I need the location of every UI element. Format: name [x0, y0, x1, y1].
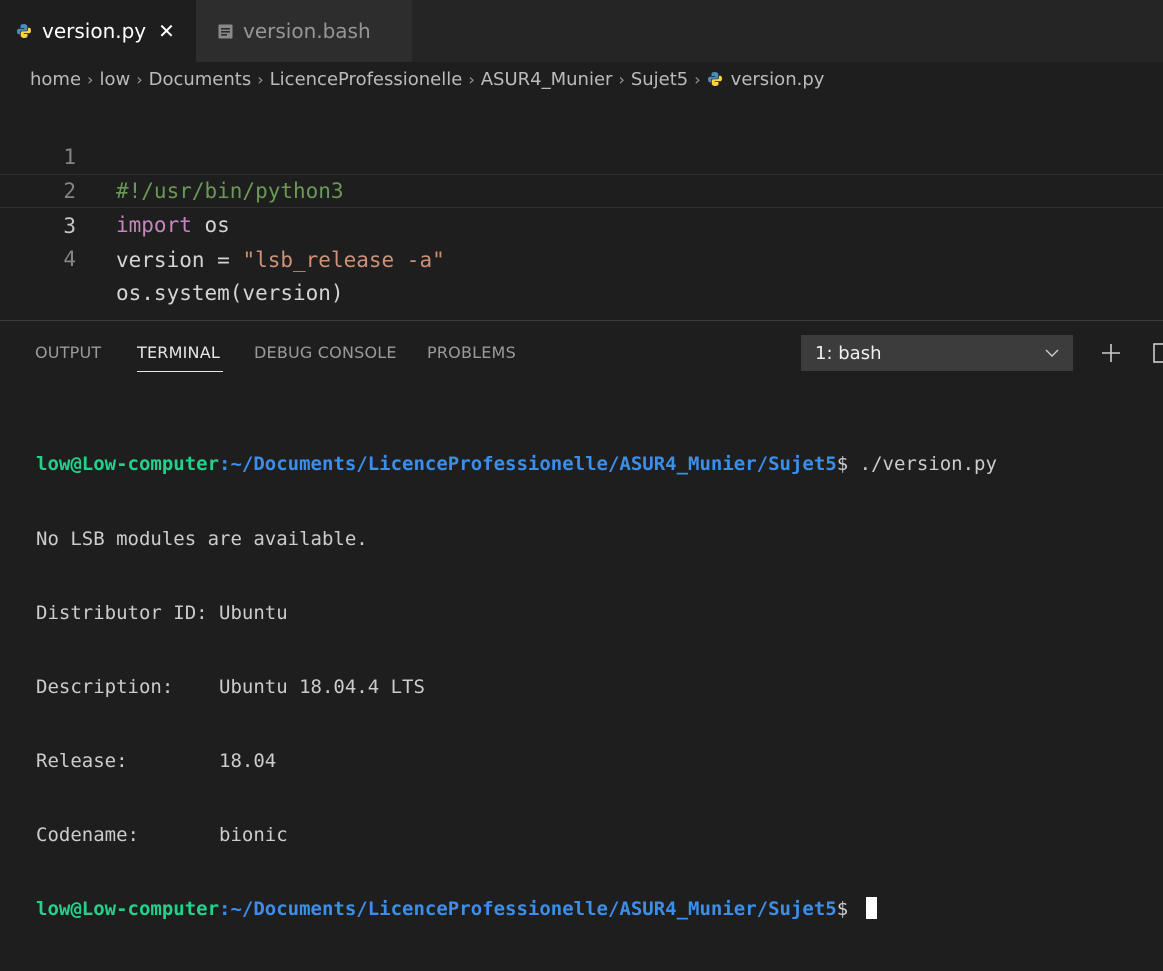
- code-text: version = "lsb_release -a": [116, 243, 445, 277]
- prompt-symbol: $: [836, 897, 860, 920]
- breadcrumb: home › low › Documents › LicenceProfessi…: [30, 64, 824, 94]
- terminal-cursor: [865, 896, 877, 919]
- python-icon: [707, 71, 723, 87]
- tab-debug-console[interactable]: DEBUG CONSOLE: [254, 343, 397, 362]
- terminal-line: Distributor ID: Ubuntu: [36, 601, 288, 624]
- code-line: 4 os.system(version): [0, 208, 1163, 305]
- chevron-right-icon: ›: [136, 69, 143, 89]
- chevron-right-icon: ›: [87, 69, 94, 89]
- breadcrumb-item[interactable]: home: [30, 69, 81, 90]
- tab-terminal[interactable]: TERMINAL: [137, 343, 220, 362]
- code-text: os.system(version): [116, 276, 344, 310]
- tab-label: version.py: [42, 19, 147, 43]
- prompt-user: low@Low-computer: [36, 453, 220, 476]
- breadcrumb-item[interactable]: low: [99, 69, 130, 90]
- chevron-right-icon: ›: [257, 69, 264, 89]
- code-token: "lsb_release -a": [242, 248, 445, 272]
- split-terminal-button[interactable]: [1150, 335, 1163, 371]
- terminal-line: Codename: bionic: [36, 823, 288, 846]
- python-icon: [16, 23, 32, 39]
- breadcrumb-item[interactable]: ASUR4_Munier: [481, 69, 613, 90]
- breadcrumb-item[interactable]: Sujet5: [631, 69, 688, 90]
- prompt-symbol: $: [836, 453, 860, 476]
- editor-tab-bar: version.py ✕ version.bash: [0, 0, 1163, 62]
- panel-tabs: OUTPUT TERMINAL DEBUG CONSOLE PROBLEMS: [0, 321, 700, 383]
- code-line: 2 import os: [0, 140, 1163, 237]
- breadcrumb-item[interactable]: LicenceProfessionelle: [270, 69, 463, 90]
- code-line-current: 3 version = "lsb_release -a": [0, 174, 1163, 272]
- bottom-panel: OUTPUT TERMINAL DEBUG CONSOLE PROBLEMS 1…: [0, 320, 1163, 920]
- terminal-select-value: 1: bash: [815, 342, 882, 364]
- terminal-line: Release: 18.04: [36, 749, 277, 772]
- close-icon[interactable]: ✕: [158, 19, 175, 43]
- chevron-right-icon: ›: [618, 69, 625, 89]
- terminal-select[interactable]: 1: bash: [801, 335, 1073, 371]
- prompt-path: :~/Documents/LicenceProfessionelle/ASUR4…: [219, 897, 837, 920]
- prompt-path: :~/Documents/LicenceProfessionelle/ASUR4…: [219, 453, 837, 476]
- new-terminal-button[interactable]: [1098, 335, 1124, 371]
- terminal-line: No LSB modules are available.: [36, 527, 368, 550]
- terminal-line: low@Low-computer:~/Documents/LicenceProf…: [36, 452, 997, 477]
- tab-version-py[interactable]: version.py ✕: [0, 0, 196, 62]
- tab-version-bash[interactable]: version.bash: [196, 0, 412, 62]
- code-token: os.system(version): [116, 281, 344, 305]
- split-icon: [1153, 343, 1163, 363]
- terminal-line: Description: Ubuntu 18.04.4 LTS: [36, 675, 425, 698]
- active-tab-indicator: [137, 371, 223, 372]
- chevron-right-icon: ›: [694, 69, 701, 89]
- tab-label: version.bash: [243, 19, 371, 43]
- chevron-down-icon: [1045, 349, 1059, 358]
- chevron-right-icon: ›: [468, 69, 475, 89]
- terminal-line: low@Low-computer:~/Documents/LicenceProf…: [36, 896, 997, 922]
- plus-icon: [1102, 344, 1120, 362]
- terminal-command: ./version.py: [859, 453, 997, 476]
- code-editor[interactable]: 1 #!/usr/bin/python3 2 import os 3 versi…: [0, 96, 1163, 320]
- breadcrumb-file[interactable]: version.py: [731, 69, 825, 90]
- line-number: 4: [63, 247, 76, 271]
- breadcrumb-item[interactable]: Documents: [149, 69, 252, 90]
- code-token: version =: [116, 248, 243, 272]
- code-line: 1 #!/usr/bin/python3: [0, 106, 1163, 203]
- terminal-output[interactable]: low@Low-computer:~/Documents/LicenceProf…: [36, 403, 997, 971]
- tab-problems[interactable]: PROBLEMS: [427, 343, 516, 362]
- file-lines-icon: [218, 24, 233, 39]
- prompt-user: low@Low-computer: [36, 897, 220, 920]
- tab-output[interactable]: OUTPUT: [35, 343, 101, 362]
